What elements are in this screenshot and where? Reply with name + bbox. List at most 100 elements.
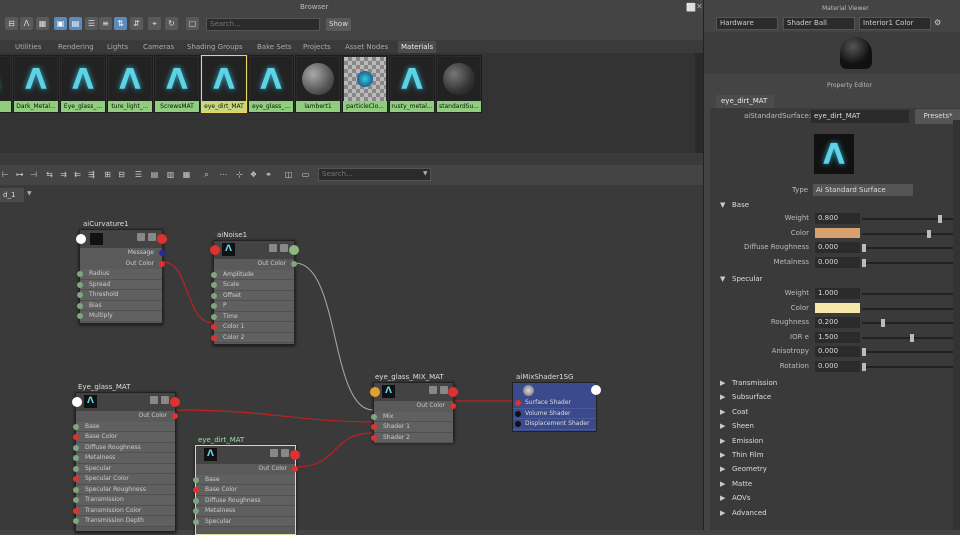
port-dot[interactable]	[73, 476, 79, 482]
panel-divider[interactable]	[0, 153, 703, 165]
environment-dropdown[interactable]: Interior1 Color	[859, 17, 931, 30]
material-swatch[interactable]: particleClo...	[342, 55, 388, 113]
attr-slider[interactable]	[862, 261, 960, 264]
node-attribute[interactable]: Transmission Color	[73, 505, 175, 516]
attr-value-field[interactable]: 0.000	[815, 346, 860, 357]
menu-icon[interactable]: ▭	[300, 169, 311, 180]
port-dot[interactable]	[450, 403, 456, 409]
node-output-pin[interactable]	[289, 245, 299, 255]
color-swatch[interactable]	[815, 227, 860, 238]
custom-view-icon[interactable]: ▦	[181, 169, 192, 180]
slider-handle[interactable]	[862, 362, 866, 371]
refresh-icon[interactable]: ↻	[165, 17, 178, 30]
port-dot[interactable]	[77, 281, 83, 288]
camera-icon[interactable]: ⚭	[263, 169, 274, 180]
node-attribute[interactable]: Base Color	[73, 432, 175, 443]
section-transmission[interactable]: ▶ Transmission	[712, 377, 960, 390]
node-attribute[interactable]: Shader 2	[371, 432, 453, 443]
port-dot[interactable]	[73, 444, 79, 451]
port-dot[interactable]	[73, 465, 79, 472]
port-dot[interactable]	[211, 313, 217, 320]
node-output-pin[interactable]	[448, 387, 458, 397]
hypershade-search-input[interactable]: Search...	[318, 168, 431, 181]
section-coat[interactable]: ▶ Coat	[712, 405, 960, 419]
section-advanced[interactable]: ▶ Advanced	[712, 506, 960, 520]
property-scrollbar[interactable]	[953, 120, 960, 530]
tab-lights[interactable]: Lights	[104, 41, 131, 53]
settings-icon[interactable]: ⚙	[934, 18, 941, 27]
node-input-pin[interactable]	[370, 387, 380, 397]
port-dot[interactable]	[515, 400, 521, 406]
port-dot[interactable]	[211, 334, 217, 341]
port-dot[interactable]	[211, 292, 217, 299]
attr-value-field[interactable]: 1.500	[815, 331, 860, 343]
search-icon[interactable]: ⌕	[201, 169, 212, 180]
attr-slider[interactable]	[862, 351, 960, 353]
port-dot[interactable]	[211, 282, 217, 288]
list-icon[interactable]: ☰	[85, 17, 98, 30]
node-attribute[interactable]: Diffuse Roughness	[193, 495, 295, 506]
node-attribute[interactable]: Threshold	[77, 290, 162, 301]
node-menu-icon[interactable]	[280, 244, 288, 252]
node-output-pin[interactable]	[591, 385, 601, 395]
port-dot[interactable]	[172, 413, 178, 419]
node-toggle-icon[interactable]	[150, 396, 158, 404]
port-dot[interactable]	[193, 497, 199, 504]
tab-bake-sets[interactable]: Bake Sets	[254, 41, 295, 53]
tab-utilities[interactable]: Utilities	[12, 41, 44, 53]
section-thin-film[interactable]: ▶ Thin Film	[712, 449, 960, 462]
node-aicurvature[interactable]: aiCurvature1 Message Out Color Radius Spr…	[76, 220, 167, 324]
port-dot[interactable]	[515, 410, 521, 417]
browser-search-input[interactable]: Search...	[206, 18, 320, 31]
port-dot[interactable]	[193, 487, 199, 493]
sg-attribute[interactable]: Surface Shader	[513, 398, 596, 409]
node-attribute[interactable]: Mix	[371, 411, 453, 422]
remove-selected-icon[interactable]: ⇇	[72, 169, 83, 180]
node-attribute[interactable]: Base Color	[193, 485, 295, 496]
input-connections-icon[interactable]: ⊢	[0, 169, 11, 180]
node-attribute[interactable]: Amplitude	[211, 269, 294, 280]
section-matte[interactable]: ▶ Matte	[712, 477, 960, 491]
swatch-icon[interactable]: ❖	[248, 169, 259, 180]
node-attribute[interactable]: Metalness	[193, 506, 295, 517]
section-aovs[interactable]: ▶ AOVs	[712, 492, 960, 506]
node-attribute[interactable]: Transmission Depth	[73, 516, 175, 527]
port-dot[interactable]	[193, 518, 199, 525]
slider-handle[interactable]	[862, 244, 866, 252]
node-attribute[interactable]: Shader 1	[371, 422, 453, 433]
slider-handle[interactable]	[881, 319, 885, 327]
material-swatch[interactable]: Λ Dark_Metal...	[13, 55, 59, 113]
node-input-pin[interactable]	[72, 397, 82, 407]
node-output-pin[interactable]	[157, 234, 167, 244]
section-base[interactable]: ▼ Base	[712, 199, 960, 212]
port-dot[interactable]	[211, 271, 217, 278]
section-specular[interactable]: ▼ Specular	[712, 273, 960, 286]
attr-slider[interactable]	[862, 232, 960, 235]
attr-value-field[interactable]: 1.000	[815, 288, 860, 299]
node-eye-dirt-mat[interactable]: eye_dirt_MAT Λ Out Color Base Base Color D…	[193, 436, 300, 535]
node-menu-icon[interactable]	[281, 449, 289, 457]
port-dot[interactable]	[159, 250, 165, 256]
node-attribute[interactable]: P	[211, 301, 294, 312]
node-ainoise[interactable]: aiNoise1 Λ Out Color Amplitude Scale Offse…	[210, 231, 299, 345]
node-toggle-icon[interactable]	[429, 386, 437, 394]
node-eye-glass-mix-mat[interactable]: eye_glass_MIX_MAT Λ Out Color Mix Shader …	[370, 373, 458, 443]
tab-rendering[interactable]: Rendering	[55, 41, 97, 53]
port-dot[interactable]	[211, 303, 217, 309]
node-attribute[interactable]: Transmission	[73, 495, 175, 506]
port-dot[interactable]	[371, 434, 377, 441]
node-attribute[interactable]: Diffuse Roughness	[73, 442, 175, 453]
node-input-pin[interactable]	[76, 234, 86, 244]
material-swatch[interactable]: Λ	[0, 55, 12, 113]
node-shading-group[interactable]: aiMixShader1SG Surface Shader Volume Shad…	[512, 373, 601, 432]
arnold-icon[interactable]: Λ	[20, 17, 33, 30]
tab-cameras[interactable]: Cameras	[140, 41, 177, 53]
sort-type-icon[interactable]: ⇅	[114, 17, 127, 30]
section-geometry[interactable]: ▶ Geometry	[712, 463, 960, 477]
node-attribute[interactable]: Color 1	[211, 322, 294, 333]
show-button[interactable]: Show	[326, 18, 351, 31]
pin-icon[interactable]: ⌖	[148, 17, 161, 30]
attr-value-field[interactable]: 0.200	[815, 317, 860, 328]
port-dot[interactable]	[371, 424, 377, 430]
sort-time-icon[interactable]: ⇵	[130, 17, 143, 30]
